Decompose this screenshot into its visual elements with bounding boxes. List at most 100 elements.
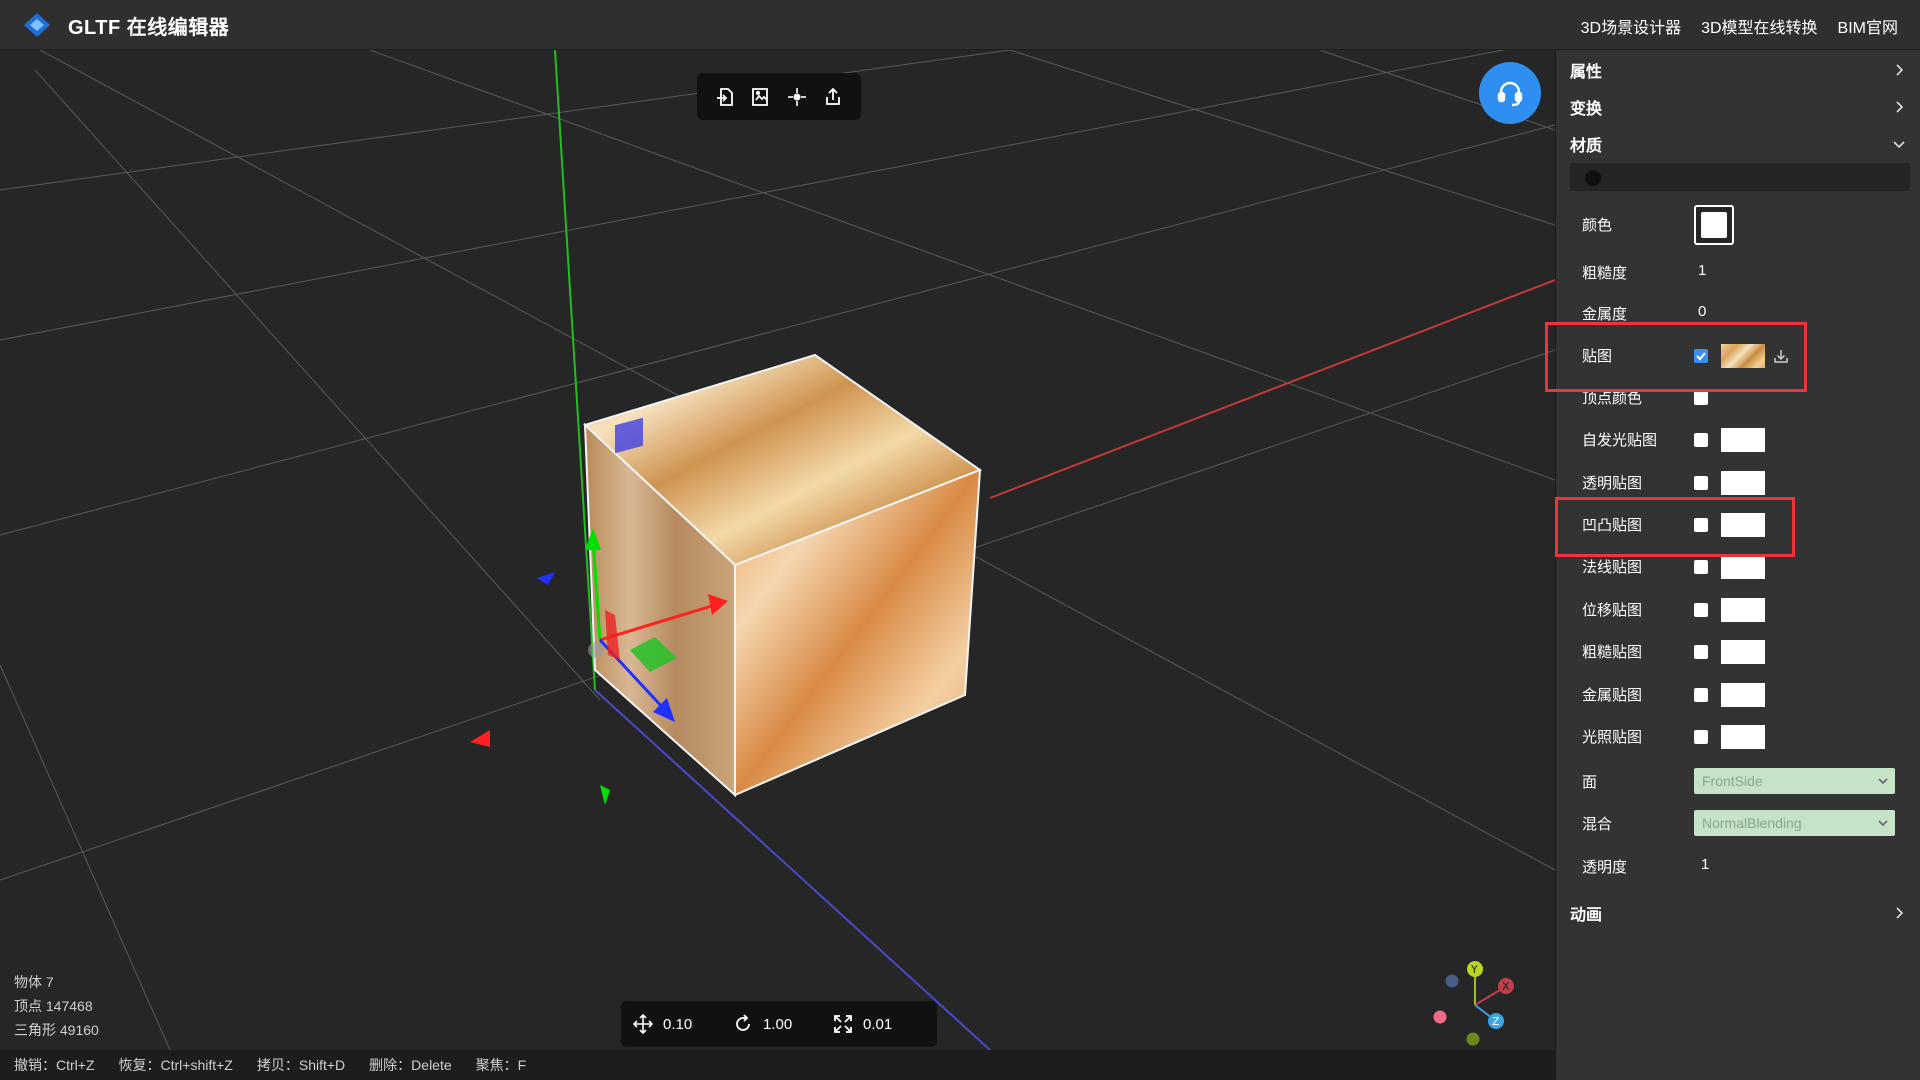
scale-snap[interactable]: 0.01 — [833, 1014, 925, 1034]
status-bar: 撤销：Ctrl+Z 恢复：Ctrl+shift+Z 拷贝：Shift+D 删除：… — [0, 1050, 1555, 1080]
view-axis-gizmo[interactable]: Y X Z — [1425, 955, 1520, 1050]
link-bim-site[interactable]: BIM官网 — [1838, 14, 1898, 38]
alpha-map-checkbox[interactable] — [1694, 476, 1708, 490]
vertex-colors-label: 顶点颜色 — [1582, 390, 1643, 407]
map-label: 贴图 — [1582, 348, 1613, 365]
link-model-converter[interactable]: 3D模型在线转换 — [1701, 14, 1817, 38]
normal-map-slot[interactable] — [1721, 555, 1765, 579]
displacement-map-checkbox[interactable] — [1694, 603, 1708, 617]
object-count: 物体 7 — [14, 974, 54, 990]
light-map-slot[interactable] — [1721, 725, 1765, 749]
alpha-map-label: 透明贴图 — [1582, 475, 1643, 492]
import-icon — [717, 87, 733, 106]
rotate-snap-value[interactable]: 1.00 — [763, 1016, 792, 1033]
viewport-toolbar — [697, 73, 861, 120]
viewport-canvas[interactable]: 物体 7 顶点 147468 三角形 49160 0.10 1.00 0.01 — [0, 50, 1555, 1050]
bump-map-checkbox[interactable] — [1694, 518, 1708, 532]
focus-icon — [788, 87, 806, 106]
scale-icon — [834, 1015, 852, 1033]
import-button[interactable] — [711, 83, 739, 111]
download-icon[interactable] — [1772, 347, 1790, 365]
normal-map-checkbox[interactable] — [1694, 560, 1708, 574]
scene-render[interactable] — [0, 50, 1555, 1050]
metalness-label: 金属度 — [1582, 306, 1628, 323]
chevron-down-icon — [1878, 820, 1888, 827]
rotate-snap[interactable]: 1.00 — [733, 1014, 825, 1034]
normal-map-label: 法线贴图 — [1582, 559, 1643, 576]
color-swatch[interactable] — [1694, 205, 1734, 245]
blending-label: 混合 — [1582, 816, 1613, 833]
focus-button[interactable] — [783, 83, 811, 111]
emissive-map-label: 自发光贴图 — [1582, 432, 1658, 449]
chevron-down-icon — [1893, 141, 1905, 149]
metalness-map-checkbox[interactable] — [1694, 688, 1708, 702]
material-slot-select[interactable] — [1570, 163, 1910, 191]
section-transform[interactable]: 变换 — [1570, 92, 1906, 122]
emissive-map-checkbox[interactable] — [1694, 433, 1708, 447]
section-material-label: 材质 — [1570, 138, 1603, 155]
blending-select-value: NormalBlending — [1702, 815, 1802, 831]
share-button[interactable] — [819, 83, 847, 111]
chevron-right-icon — [1896, 101, 1904, 113]
section-material[interactable]: 材质 — [1570, 129, 1906, 159]
side-select[interactable]: FrontSide — [1694, 768, 1895, 794]
displacement-map-label: 位移贴图 — [1582, 602, 1643, 619]
check-icon — [1696, 352, 1706, 361]
snap-bar: 0.10 1.00 0.01 — [621, 1001, 937, 1047]
export-image-button[interactable] — [747, 83, 775, 111]
translate-snap[interactable]: 0.10 — [633, 1014, 725, 1034]
displacement-map-slot[interactable] — [1721, 598, 1765, 622]
link-scene-designer[interactable]: 3D场景设计器 — [1581, 14, 1681, 38]
section-animation[interactable]: 动画 — [1570, 898, 1906, 928]
light-map-label: 光照贴图 — [1582, 729, 1643, 746]
section-properties[interactable]: 属性 — [1570, 55, 1906, 85]
light-map-checkbox[interactable] — [1694, 730, 1708, 744]
blending-select[interactable]: NormalBlending — [1694, 810, 1895, 836]
gizmo-y-label: Y — [1470, 963, 1478, 976]
section-animation-label: 动画 — [1570, 907, 1603, 924]
chevron-right-icon — [1896, 907, 1904, 919]
textured-cube[interactable] — [583, 353, 983, 798]
chevron-right-icon — [1896, 64, 1904, 76]
app-title: GLTF 在线编辑器 — [68, 17, 230, 39]
map-texture-slot[interactable] — [1721, 344, 1765, 368]
support-button[interactable] — [1479, 62, 1541, 124]
x-axis-line — [989, 279, 1555, 499]
chevron-down-icon — [1878, 778, 1888, 785]
alpha-map-slot[interactable] — [1721, 471, 1765, 495]
translate-snap-value[interactable]: 0.10 — [663, 1016, 692, 1033]
roughness-input[interactable]: 1 — [1698, 262, 1706, 279]
rotate-icon — [736, 1014, 750, 1031]
section-properties-label: 属性 — [1570, 64, 1603, 81]
shortcut-copy: 拷贝：Shift+D — [256, 1057, 346, 1073]
scene-stats: 物体 7 顶点 147468 三角形 49160 — [14, 970, 99, 1042]
share-icon — [826, 87, 840, 105]
metalness-input[interactable]: 0 — [1698, 303, 1706, 320]
color-label: 颜色 — [1582, 217, 1613, 234]
logo-icon — [24, 13, 50, 37]
color-swatch-fill — [1701, 212, 1727, 238]
shortcut-redo: 恢复：Ctrl+shift+Z — [118, 1057, 233, 1073]
map-checkbox[interactable] — [1694, 349, 1708, 363]
roughness-map-slot[interactable] — [1721, 640, 1765, 664]
opacity-label: 透明度 — [1582, 859, 1628, 876]
shortcut-undo: 撤销：Ctrl+Z — [14, 1057, 95, 1073]
roughness-map-checkbox[interactable] — [1694, 645, 1708, 659]
y-axis-line — [554, 50, 596, 691]
bump-map-label: 凹凸贴图 — [1582, 517, 1643, 534]
roughness-map-label: 粗糙贴图 — [1582, 644, 1643, 661]
inspector-panel: 属性 变换 材质 颜色 粗糙度 1 金属度 0 贴图 顶点颜色 自发光贴图 透明… — [1555, 50, 1920, 1080]
metalness-map-slot[interactable] — [1721, 683, 1765, 707]
side-label: 面 — [1582, 774, 1598, 791]
emissive-map-slot[interactable] — [1721, 428, 1765, 452]
gizmo-x-label: X — [1502, 980, 1510, 993]
opacity-input[interactable]: 1 — [1701, 856, 1709, 873]
section-transform-label: 变换 — [1570, 101, 1603, 118]
triangle-count: 三角形 49160 — [14, 1022, 99, 1038]
scale-snap-value[interactable]: 0.01 — [863, 1016, 892, 1033]
side-select-value: FrontSide — [1702, 773, 1763, 789]
shortcut-focus: 聚焦：F — [475, 1057, 527, 1073]
gizmo-z-label: Z — [1492, 1015, 1500, 1028]
bump-map-slot[interactable] — [1721, 513, 1765, 537]
vertex-colors-checkbox[interactable] — [1694, 391, 1708, 405]
